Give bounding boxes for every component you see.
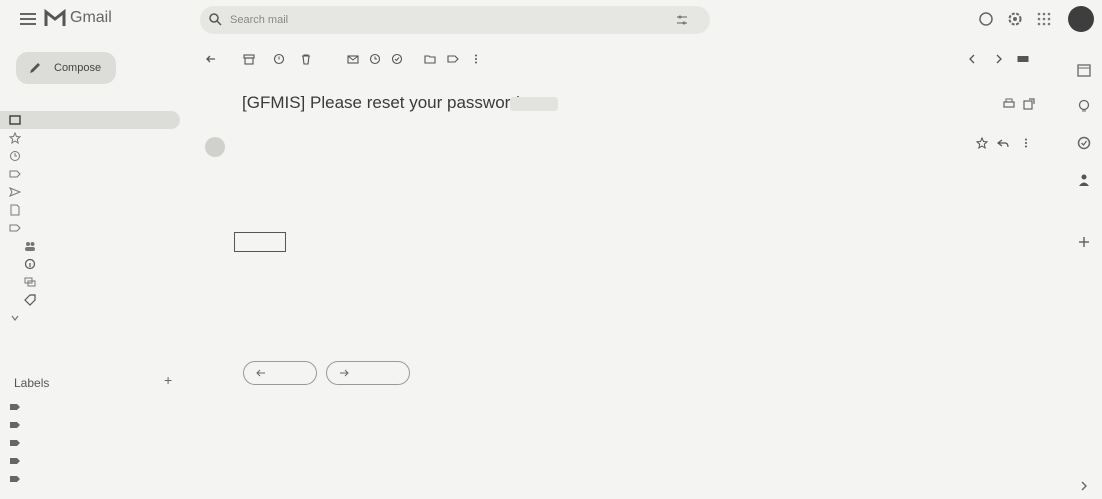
send-icon (9, 187, 21, 197)
move-to-icon[interactable] (424, 53, 436, 65)
account-avatar[interactable] (1068, 6, 1094, 32)
archive-icon[interactable] (243, 53, 255, 65)
info-icon (24, 258, 36, 270)
contacts-icon[interactable] (1076, 172, 1092, 188)
email-subject: [GFMIS] Please reset your password (242, 93, 520, 112)
search-filter-icon[interactable] (675, 13, 689, 27)
mark-unread-icon[interactable] (347, 53, 359, 65)
older-chevron-right-icon[interactable] (993, 53, 1005, 65)
tasks-icon[interactable] (1076, 135, 1092, 151)
sidebar-item-important[interactable] (0, 165, 180, 183)
forward-icon (340, 369, 349, 377)
sender-avatar[interactable] (205, 137, 225, 157)
reply-icon (256, 369, 265, 377)
print-icon[interactable] (1002, 97, 1016, 111)
calendar-icon[interactable] (1076, 62, 1092, 78)
reply-icon[interactable] (997, 137, 1009, 149)
label-icon (9, 170, 21, 178)
star-icon[interactable] (976, 137, 988, 149)
input-tools-keyboard-icon[interactable] (1017, 53, 1029, 65)
star-icon (9, 132, 21, 144)
keep-icon[interactable] (1076, 98, 1092, 114)
add-task-icon[interactable] (391, 53, 403, 65)
label-item[interactable] (0, 452, 180, 470)
sidebar-item-updates[interactable] (0, 255, 180, 273)
snooze-clock-icon[interactable] (369, 53, 381, 65)
trash-icon[interactable] (300, 53, 312, 65)
compose-button[interactable]: Compose (16, 52, 116, 84)
label-item[interactable] (0, 398, 180, 416)
label-as-icon[interactable] (447, 53, 459, 65)
help-icon[interactable] (978, 11, 994, 27)
sidebar-item-snoozed[interactable] (0, 147, 180, 165)
label-icon (10, 476, 20, 482)
sidebar-item-forums[interactable] (0, 273, 180, 291)
sidebar-item-starred[interactable] (0, 129, 180, 147)
top-bar: Gmail Search mail (0, 0, 1102, 40)
forum-icon (24, 277, 36, 287)
search-bar[interactable]: Search mail (200, 6, 710, 34)
label-item[interactable] (0, 416, 180, 434)
sidebar-item-inbox[interactable] (0, 111, 180, 129)
sidebar-item-social[interactable] (0, 237, 180, 255)
pencil-icon (30, 63, 40, 73)
chevron-down-icon (11, 315, 19, 321)
tag-icon (24, 294, 36, 306)
gmail-logo-icon (44, 8, 66, 26)
inbox-label-chip[interactable] (510, 97, 558, 111)
clock-icon (10, 151, 20, 161)
label-item[interactable] (0, 434, 180, 452)
app-name: Gmail (70, 9, 112, 26)
reply-button[interactable] (243, 361, 317, 385)
get-addons-plus-icon[interactable] (1076, 234, 1092, 250)
message-more-icon[interactable] (1020, 137, 1032, 149)
file-icon (10, 204, 20, 216)
sidebar-item-more[interactable] (0, 309, 180, 327)
compose-label: Compose (54, 62, 102, 74)
report-spam-icon[interactable] (273, 53, 285, 65)
show-side-panel-icon[interactable] (1076, 478, 1092, 494)
sidebar-item-categories[interactable] (0, 219, 180, 237)
people-icon (25, 242, 35, 251)
main-menu-icon[interactable] (20, 13, 36, 25)
search-icon[interactable] (208, 12, 222, 26)
label-icon (10, 422, 20, 428)
labels-heading: Labels (14, 376, 50, 390)
search-input[interactable]: Search mail (230, 14, 288, 26)
back-arrow-icon[interactable] (205, 53, 217, 65)
sidebar-item-promotions[interactable] (0, 291, 180, 309)
forward-button[interactable] (326, 361, 410, 385)
label-item[interactable] (0, 470, 180, 488)
apps-grid-icon[interactable] (1036, 11, 1052, 27)
add-label-button[interactable]: + (164, 372, 172, 388)
sidebar-item-sent[interactable] (0, 183, 180, 201)
reset-link-highlight (234, 232, 286, 252)
open-new-window-icon[interactable] (1022, 97, 1036, 111)
sidebar-item-drafts[interactable] (0, 201, 180, 219)
label-icon (10, 440, 20, 446)
inbox-icon (9, 115, 21, 125)
more-vertical-icon[interactable] (470, 53, 482, 65)
label-icon (10, 458, 20, 464)
label-icon (10, 404, 20, 410)
newer-chevron-left-icon[interactable] (966, 53, 978, 65)
chevron-label-icon (9, 224, 21, 232)
settings-gear-icon[interactable] (1007, 11, 1023, 27)
